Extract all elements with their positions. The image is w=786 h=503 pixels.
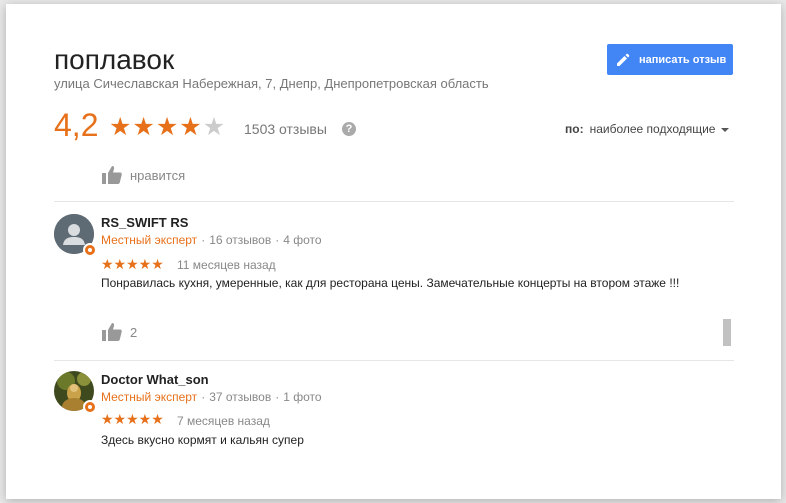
help-icon[interactable]: ? [342,122,356,136]
review-author-meta: Местный эксперт · 16 отзывов · 4 фото [101,233,322,247]
caret-down-icon [721,127,730,132]
author-photos-count: 4 фото [283,233,322,247]
author-reviews-count: 16 отзывов [209,233,272,247]
star-icon: ★ [132,113,156,141]
like-button[interactable]: 2 [101,322,137,342]
thumbs-up-icon [102,323,122,341]
review-date: 11 месяцев назад [177,258,276,272]
review-text: Здесь вкусно кормят и кальян супер [101,433,304,447]
review-author[interactable]: RS_SWIFT RS [101,215,188,230]
place-title: поплавок [54,44,175,75]
review-author-meta: Местный эксперт · 37 отзывов · 1 фото [101,390,322,404]
like-count: 2 [130,324,138,340]
divider [54,201,734,202]
local-guide-label: Местный эксперт [101,390,198,404]
local-guide-badge-icon [83,243,97,257]
place-address: улица Сичеславская Набережная, 7, Днепр,… [54,76,489,91]
avatar[interactable] [54,214,97,257]
reviews-count: 1503 отзывы [244,121,327,137]
local-guide-label: Местный эксперт [101,233,198,247]
star-icon: ★ [179,113,203,141]
review-stars: ★★★★★ [101,411,164,427]
sort-value: наиболее подходящие [589,122,716,136]
rating-value: 4,2 [54,107,99,143]
review-text: Понравилась кухня, умеренные, как для ре… [101,276,680,290]
review-date: 7 месяцев назад [177,414,270,428]
star-icon: ★ [155,113,180,141]
rating-stars: ★★★★★ [109,112,226,142]
write-review-label: написать отзыв [639,53,727,66]
sort-dropdown[interactable]: по: наиболее подходящие [565,122,730,136]
scrollbar-thumb[interactable] [723,319,731,346]
star-icon: ★ [109,113,133,141]
write-review-button[interactable]: написать отзыв [607,44,733,75]
local-guide-badge-icon [83,400,97,414]
reviews-dialog: поплавок улица Сичеславская Набережная, … [6,4,781,499]
thumbs-up-icon [102,166,122,184]
review-stars: ★★★★★ [101,256,164,272]
divider [54,360,734,361]
star-empty-icon: ★ [202,113,227,141]
like-button[interactable]: нравится [101,165,185,185]
author-photos-count: 1 фото [283,390,322,404]
sort-label: по: [565,122,584,136]
pencil-icon [617,53,630,66]
author-reviews-count: 37 отзывов [209,390,272,404]
review-author[interactable]: Doctor What_son [101,372,209,387]
avatar[interactable] [54,371,97,414]
like-label: нравится [130,167,186,183]
